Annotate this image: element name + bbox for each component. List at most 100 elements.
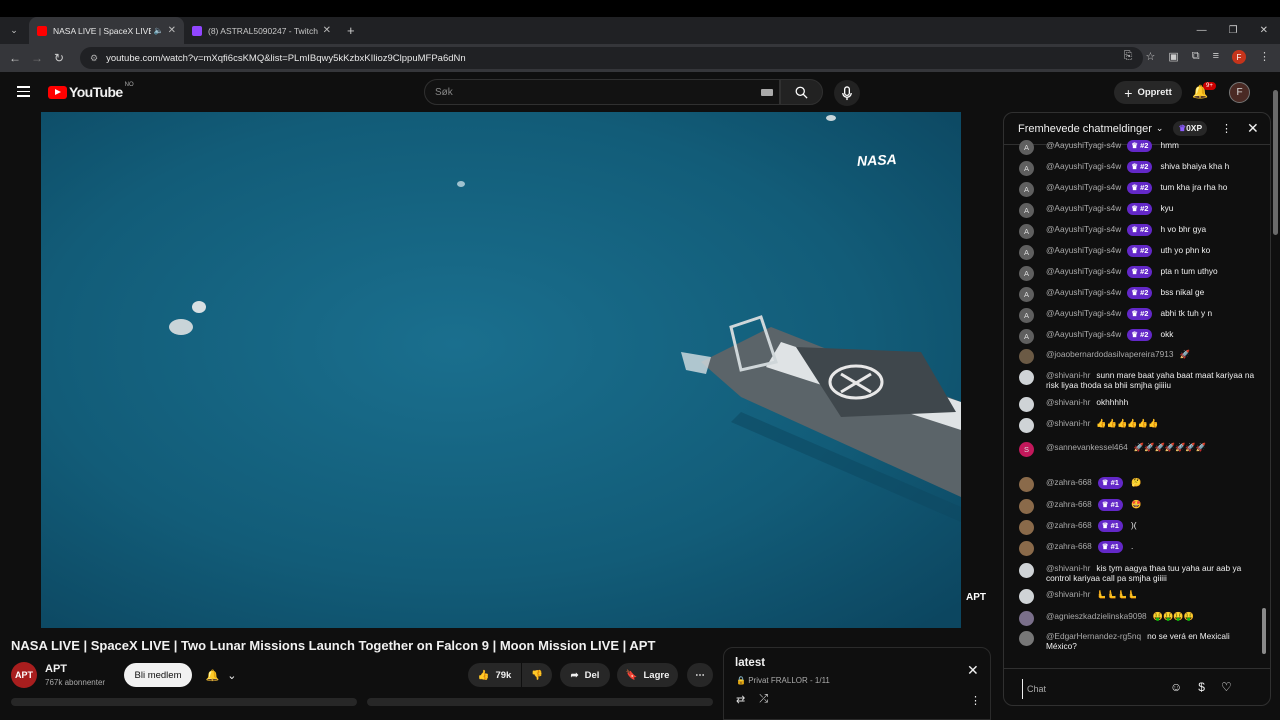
chat-author-name[interactable]: @AayushiTyagi-s4w — [1046, 140, 1121, 150]
chat-author-name[interactable]: @shivani-hr — [1046, 418, 1090, 428]
window-close-icon[interactable]: ✕ — [1260, 25, 1268, 36]
chat-author-name[interactable]: @shivani-hr — [1046, 563, 1090, 573]
chat-author-name[interactable]: @AayushiTyagi-s4w — [1046, 161, 1121, 171]
media-control-icon[interactable]: ≡ — [1213, 50, 1219, 64]
chat-author-avatar[interactable]: A — [1019, 161, 1034, 176]
heart-icon[interactable]: ♡ — [1221, 680, 1232, 694]
chevron-down-icon[interactable]: ⌄ — [1156, 123, 1164, 134]
new-tab-plus-icon[interactable]: + — [347, 23, 355, 38]
chat-more-icon[interactable]: ⋮ — [1221, 122, 1232, 135]
chat-author-name[interactable]: @shivani-hr — [1046, 370, 1090, 380]
more-actions-button[interactable]: ⋯ — [687, 663, 713, 687]
chat-author-name[interactable]: @AayushiTyagi-s4w — [1046, 182, 1121, 192]
profile-avatar[interactable]: F — [1232, 50, 1246, 64]
chat-author-avatar[interactable] — [1019, 397, 1034, 412]
chat-author-avatar[interactable]: A — [1019, 203, 1034, 218]
chat-author-avatar[interactable] — [1019, 541, 1034, 556]
loop-icon[interactable]: ⇄ — [736, 693, 745, 706]
chat-author-name[interactable]: @zahra-668 — [1046, 541, 1092, 551]
chat-mode-label[interactable]: Fremhevede chatmeldinger — [1018, 123, 1152, 135]
save-button[interactable]: 🔖 Lagre — [617, 663, 678, 687]
chat-author-avatar[interactable] — [1019, 611, 1034, 626]
menu-hamburger-icon[interactable] — [17, 86, 30, 97]
chat-author-avatar[interactable]: A — [1019, 140, 1034, 155]
share-button[interactable]: ➦ Del — [560, 663, 610, 687]
tab-search-icon[interactable]: ▣ — [1168, 50, 1178, 64]
chat-author-avatar[interactable] — [1019, 589, 1034, 604]
chat-author-avatar[interactable] — [1019, 477, 1034, 492]
chat-author-avatar[interactable] — [1019, 499, 1034, 514]
chat-input[interactable]: Chat — [1022, 679, 1170, 699]
chat-author-avatar[interactable] — [1019, 418, 1034, 433]
chat-author-avatar[interactable]: A — [1019, 308, 1034, 323]
voice-search-button[interactable] — [834, 80, 860, 106]
minimize-icon[interactable]: — — [1197, 25, 1207, 36]
back-arrow-icon[interactable]: ← — [4, 51, 26, 65]
chat-author-avatar[interactable]: A — [1019, 287, 1034, 302]
playlist-title[interactable]: latest — [735, 657, 765, 669]
account-avatar[interactable]: F — [1229, 82, 1250, 103]
chat-author-name[interactable]: @zahra-668 — [1046, 499, 1092, 509]
chat-author-name[interactable]: @EdgarHernandez-rg5nq — [1046, 631, 1141, 641]
chat-author-avatar[interactable]: A — [1019, 245, 1034, 260]
chat-author-name[interactable]: @sannevankessel464 — [1046, 442, 1128, 452]
search-input[interactable]: Søk — [424, 79, 780, 105]
youtube-logo[interactable]: YouTube NO — [48, 82, 134, 100]
install-app-icon[interactable]: ⎘ — [1124, 50, 1133, 64]
chat-author-name[interactable]: @AayushiTyagi-s4w — [1046, 245, 1121, 255]
search-button[interactable] — [780, 79, 823, 105]
chat-author-avatar[interactable] — [1019, 370, 1034, 385]
playlist-more-icon[interactable]: ⋮ — [970, 694, 981, 707]
chat-author-avatar[interactable]: A — [1019, 182, 1034, 197]
notification-bell-dropdown[interactable]: 🔔 ⌄ — [196, 663, 246, 687]
chat-author-name[interactable]: @zahra-668 — [1046, 477, 1092, 487]
tab-close-icon[interactable]: ✕ — [168, 25, 176, 36]
chat-author-avatar[interactable] — [1019, 349, 1034, 364]
chat-author-avatar[interactable] — [1019, 631, 1034, 646]
like-button[interactable]: 👍 79k — [468, 663, 521, 687]
create-button[interactable]: + Opprett — [1114, 81, 1182, 104]
playlist-close-icon[interactable]: ✕ — [967, 662, 979, 679]
site-info-icon[interactable]: ⚙ — [90, 53, 98, 64]
shuffle-icon[interactable]: ⤮ — [759, 693, 768, 706]
chat-author-name[interactable]: @AayushiTyagi-s4w — [1046, 287, 1121, 297]
chat-message-list[interactable]: A @AayushiTyagi-s4w ♛ #2 hmm A @AayushiTyagi-… — [1004, 140, 1270, 668]
bookmark-star-icon[interactable]: ☆ — [1145, 50, 1155, 64]
chat-scrollbar[interactable] — [1262, 608, 1266, 654]
tab-youtube[interactable]: NASA LIVE | SpaceX LIVE | T 🔈 ✕ — [29, 17, 184, 44]
maximize-icon[interactable]: ❐ — [1229, 25, 1238, 36]
tab-close-icon[interactable]: ✕ — [323, 25, 331, 36]
url-field[interactable]: ⚙ youtube.com/watch?v=mXqfi6csKMQ&list=P… — [80, 47, 1143, 69]
chat-author-name[interactable]: @shivani-hr — [1046, 397, 1090, 407]
chat-author-name[interactable]: @AayushiTyagi-s4w — [1046, 224, 1121, 234]
chat-close-icon[interactable]: ✕ — [1247, 120, 1259, 137]
forward-arrow-icon[interactable]: → — [26, 51, 48, 65]
keyboard-icon[interactable] — [761, 89, 773, 96]
chat-author-avatar[interactable]: A — [1019, 329, 1034, 344]
tab-search-chevron-icon[interactable]: ⌄ — [5, 22, 23, 40]
join-button[interactable]: Bli medlem — [124, 663, 192, 687]
speaker-icon[interactable]: 🔈 — [154, 26, 164, 35]
video-player[interactable] — [41, 112, 961, 628]
apt-channel-watermark[interactable]: APT — [966, 592, 994, 612]
xp-badge[interactable]: ♛0XP — [1173, 121, 1208, 136]
dislike-button[interactable]: 👎 — [522, 663, 552, 687]
chat-author-avatar[interactable]: S — [1019, 442, 1034, 457]
emoji-icon[interactable]: ☺ — [1170, 680, 1182, 694]
chat-author-name[interactable]: @AayushiTyagi-s4w — [1046, 329, 1121, 339]
chat-author-name[interactable]: @AayushiTyagi-s4w — [1046, 266, 1121, 276]
chat-author-name[interactable]: @shivani-hr — [1046, 589, 1090, 599]
chat-author-avatar[interactable]: A — [1019, 224, 1034, 239]
channel-avatar[interactable]: APT — [11, 662, 37, 688]
chat-author-name[interactable]: @AayushiTyagi-s4w — [1046, 308, 1121, 318]
chat-author-avatar[interactable] — [1019, 563, 1034, 578]
reload-icon[interactable]: ↻ — [48, 51, 70, 65]
super-chat-icon[interactable]: $ — [1198, 680, 1205, 694]
extensions-icon[interactable]: ⧉ — [1192, 50, 1200, 64]
chat-author-name[interactable]: @joaobernardodasilvapereira7913 — [1046, 349, 1173, 359]
browser-menu-icon[interactable]: ⋮ — [1259, 50, 1270, 64]
chat-author-name[interactable]: @zahra-668 — [1046, 520, 1092, 530]
chat-author-avatar[interactable] — [1019, 520, 1034, 535]
chat-author-name[interactable]: @AayushiTyagi-s4w — [1046, 203, 1121, 213]
page-scrollbar[interactable] — [1273, 90, 1278, 235]
